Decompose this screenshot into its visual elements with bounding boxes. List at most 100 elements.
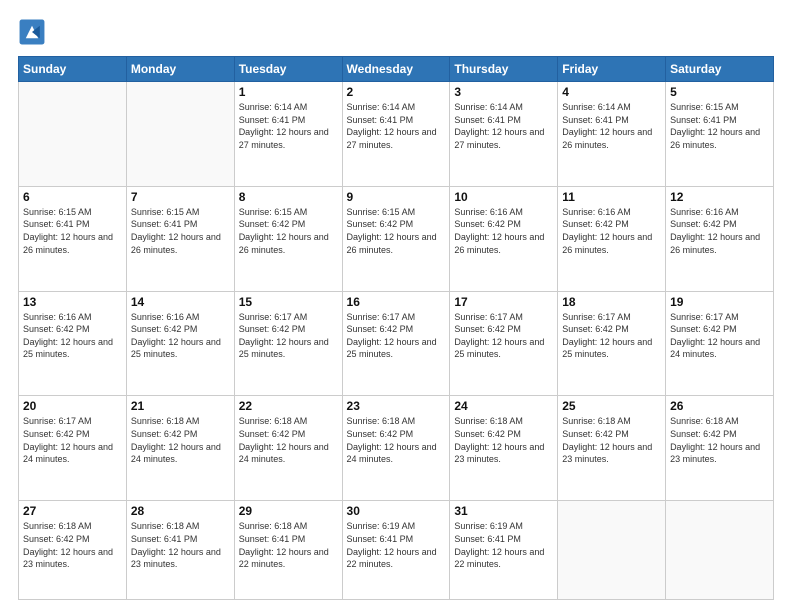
weekday-header-sunday: Sunday [19, 57, 127, 82]
calendar-cell: 3 Sunrise: 6:14 AM Sunset: 6:41 PM Daylig… [450, 82, 558, 187]
calendar-cell [558, 501, 666, 600]
calendar-cell [126, 82, 234, 187]
header [18, 18, 774, 46]
day-number: 28 [131, 504, 230, 518]
day-number: 4 [562, 85, 661, 99]
weekday-header-thursday: Thursday [450, 57, 558, 82]
day-info: Sunrise: 6:18 AM Sunset: 6:42 PM Dayligh… [454, 415, 553, 465]
day-info: Sunrise: 6:16 AM Sunset: 6:42 PM Dayligh… [23, 311, 122, 361]
calendar-cell: 28 Sunrise: 6:18 AM Sunset: 6:41 PM Dayli… [126, 501, 234, 600]
day-number: 22 [239, 399, 338, 413]
weekday-header-friday: Friday [558, 57, 666, 82]
day-info: Sunrise: 6:15 AM Sunset: 6:41 PM Dayligh… [23, 206, 122, 256]
logo [18, 18, 50, 46]
day-info: Sunrise: 6:14 AM Sunset: 6:41 PM Dayligh… [239, 101, 338, 151]
day-number: 27 [23, 504, 122, 518]
calendar-cell [666, 501, 774, 600]
calendar-cell: 2 Sunrise: 6:14 AM Sunset: 6:41 PM Daylig… [342, 82, 450, 187]
day-info: Sunrise: 6:16 AM Sunset: 6:42 PM Dayligh… [670, 206, 769, 256]
calendar-cell: 8Sunrise: 6:15 AM Sunset: 6:42 PM Daylig… [234, 186, 342, 291]
day-info: Sunrise: 6:15 AM Sunset: 6:41 PM Dayligh… [131, 206, 230, 256]
weekday-header-tuesday: Tuesday [234, 57, 342, 82]
week-row-2: 6 Sunrise: 6:15 AM Sunset: 6:41 PM Daylig… [19, 186, 774, 291]
calendar-cell: 9 Sunrise: 6:15 AM Sunset: 6:42 PM Daylig… [342, 186, 450, 291]
day-info: Sunrise: 6:18 AM Sunset: 6:42 PM Dayligh… [239, 415, 338, 465]
week-row-3: 13 Sunrise: 6:16 AM Sunset: 6:42 PM Dayli… [19, 291, 774, 396]
day-info: Sunrise: 6:18 AM Sunset: 6:41 PM Dayligh… [239, 520, 338, 570]
calendar-cell: 29 Sunrise: 6:18 AM Sunset: 6:41 PM Dayli… [234, 501, 342, 600]
page: SundayMondayTuesdayWednesdayThursdayFrid… [0, 0, 792, 612]
day-info: Sunrise: 6:17 AM Sunset: 6:42 PM Dayligh… [23, 415, 122, 465]
day-number: 30 [347, 504, 446, 518]
calendar-cell [19, 82, 127, 187]
day-info: Sunrise: 6:14 AM Sunset: 6:41 PM Dayligh… [347, 101, 446, 151]
day-number: 29 [239, 504, 338, 518]
day-info: Sunrise: 6:17 AM Sunset: 6:42 PM Dayligh… [239, 311, 338, 361]
day-number: 31 [454, 504, 553, 518]
day-number: 15 [239, 295, 338, 309]
calendar-cell: 16 Sunrise: 6:17 AM Sunset: 6:42 PM Dayli… [342, 291, 450, 396]
calendar-cell: 31 Sunrise: 6:19 AM Sunset: 6:41 PM Dayli… [450, 501, 558, 600]
day-number: 1 [239, 85, 338, 99]
day-number: 8 [239, 190, 338, 204]
day-number: 2 [347, 85, 446, 99]
day-info: Sunrise: 6:18 AM Sunset: 6:41 PM Dayligh… [131, 520, 230, 570]
day-number: 26 [670, 399, 769, 413]
logo-icon [18, 18, 46, 46]
calendar-table: SundayMondayTuesdayWednesdayThursdayFrid… [18, 56, 774, 600]
calendar-cell: 27 Sunrise: 6:18 AM Sunset: 6:42 PM Dayli… [19, 501, 127, 600]
calendar-cell: 15 Sunrise: 6:17 AM Sunset: 6:42 PM Dayli… [234, 291, 342, 396]
day-number: 9 [347, 190, 446, 204]
calendar-cell: 11 Sunrise: 6:16 AM Sunset: 6:42 PM Dayli… [558, 186, 666, 291]
calendar-cell: 13 Sunrise: 6:16 AM Sunset: 6:42 PM Dayli… [19, 291, 127, 396]
day-number: 12 [670, 190, 769, 204]
day-number: 10 [454, 190, 553, 204]
calendar-cell: 5 Sunrise: 6:15 AM Sunset: 6:41 PM Daylig… [666, 82, 774, 187]
weekday-header-wednesday: Wednesday [342, 57, 450, 82]
calendar-cell: 24 Sunrise: 6:18 AM Sunset: 6:42 PM Dayli… [450, 396, 558, 501]
day-info: Sunrise: 6:19 AM Sunset: 6:41 PM Dayligh… [454, 520, 553, 570]
calendar-cell: 17Sunrise: 6:17 AM Sunset: 6:42 PM Dayli… [450, 291, 558, 396]
day-number: 25 [562, 399, 661, 413]
day-info: Sunrise: 6:17 AM Sunset: 6:42 PM Dayligh… [347, 311, 446, 361]
day-info: Sunrise: 6:18 AM Sunset: 6:42 PM Dayligh… [23, 520, 122, 570]
weekday-header-saturday: Saturday [666, 57, 774, 82]
calendar-cell: 21 Sunrise: 6:18 AM Sunset: 6:42 PM Dayli… [126, 396, 234, 501]
weekday-header-monday: Monday [126, 57, 234, 82]
day-info: Sunrise: 6:17 AM Sunset: 6:42 PM Dayligh… [454, 311, 553, 361]
day-number: 18 [562, 295, 661, 309]
day-info: Sunrise: 6:16 AM Sunset: 6:42 PM Dayligh… [562, 206, 661, 256]
day-info: Sunrise: 6:14 AM Sunset: 6:41 PM Dayligh… [454, 101, 553, 151]
weekday-header-row: SundayMondayTuesdayWednesdayThursdayFrid… [19, 57, 774, 82]
day-info: Sunrise: 6:17 AM Sunset: 6:42 PM Dayligh… [562, 311, 661, 361]
week-row-1: 1 Sunrise: 6:14 AM Sunset: 6:41 PM Daylig… [19, 82, 774, 187]
day-info: Sunrise: 6:18 AM Sunset: 6:42 PM Dayligh… [670, 415, 769, 465]
day-number: 5 [670, 85, 769, 99]
day-number: 7 [131, 190, 230, 204]
day-info: Sunrise: 6:16 AM Sunset: 6:42 PM Dayligh… [131, 311, 230, 361]
day-info: Sunrise: 6:19 AM Sunset: 6:41 PM Dayligh… [347, 520, 446, 570]
day-number: 6 [23, 190, 122, 204]
day-number: 14 [131, 295, 230, 309]
day-number: 11 [562, 190, 661, 204]
calendar-cell: 18 Sunrise: 6:17 AM Sunset: 6:42 PM Dayli… [558, 291, 666, 396]
week-row-5: 27 Sunrise: 6:18 AM Sunset: 6:42 PM Dayli… [19, 501, 774, 600]
calendar-cell: 19 Sunrise: 6:17 AM Sunset: 6:42 PM Dayli… [666, 291, 774, 396]
day-number: 23 [347, 399, 446, 413]
calendar-cell: 4Sunrise: 6:14 AM Sunset: 6:41 PM Daylig… [558, 82, 666, 187]
day-number: 3 [454, 85, 553, 99]
day-info: Sunrise: 6:18 AM Sunset: 6:42 PM Dayligh… [131, 415, 230, 465]
day-info: Sunrise: 6:17 AM Sunset: 6:42 PM Dayligh… [670, 311, 769, 361]
week-row-4: 20 Sunrise: 6:17 AM Sunset: 6:42 PM Dayli… [19, 396, 774, 501]
day-number: 16 [347, 295, 446, 309]
day-number: 19 [670, 295, 769, 309]
day-number: 21 [131, 399, 230, 413]
day-number: 13 [23, 295, 122, 309]
day-info: Sunrise: 6:15 AM Sunset: 6:41 PM Dayligh… [670, 101, 769, 151]
day-info: Sunrise: 6:15 AM Sunset: 6:42 PM Dayligh… [347, 206, 446, 256]
calendar-cell: 12 Sunrise: 6:16 AM Sunset: 6:42 PM Dayli… [666, 186, 774, 291]
calendar-cell: 25Sunrise: 6:18 AM Sunset: 6:42 PM Dayli… [558, 396, 666, 501]
calendar-cell: 1 Sunrise: 6:14 AM Sunset: 6:41 PM Daylig… [234, 82, 342, 187]
day-number: 20 [23, 399, 122, 413]
day-number: 24 [454, 399, 553, 413]
